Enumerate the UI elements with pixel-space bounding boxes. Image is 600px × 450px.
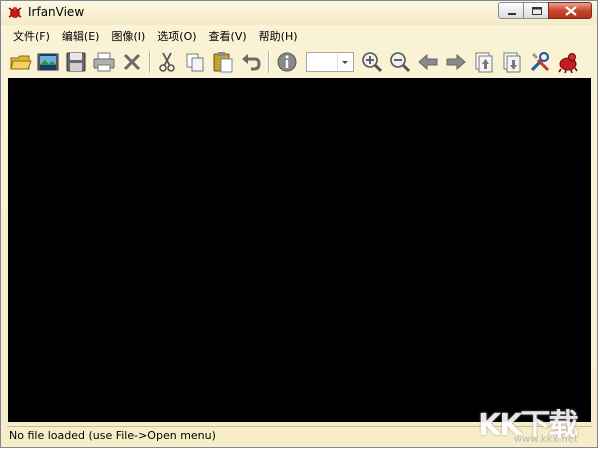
maximize-icon (532, 7, 542, 15)
print-icon (93, 52, 115, 72)
copy-icon (186, 53, 204, 72)
close-icon (565, 6, 577, 16)
undo-button[interactable] (239, 50, 263, 74)
last-page-icon (503, 52, 521, 73)
about-button[interactable] (556, 50, 580, 74)
first-page-button[interactable] (472, 50, 496, 74)
paste-button[interactable] (211, 50, 235, 74)
next-button[interactable] (444, 50, 468, 74)
delete-button[interactable] (120, 50, 144, 74)
watermark: KK下载 www.kkx.net (478, 400, 596, 448)
last-page-button[interactable] (500, 50, 524, 74)
irfanview-app-icon[interactable] (7, 4, 23, 20)
info-button[interactable] (275, 50, 299, 74)
settings-icon (530, 51, 550, 72)
minimize-button[interactable] (498, 2, 524, 19)
first-page-icon (475, 52, 493, 73)
chevron-down-icon (342, 61, 348, 64)
slideshow-button[interactable] (36, 50, 60, 74)
zoom-in-button[interactable] (360, 50, 384, 74)
undo-icon (242, 54, 261, 71)
maximize-button[interactable] (523, 2, 549, 19)
copy-button[interactable] (183, 50, 207, 74)
menu-options[interactable]: 选项(O) (151, 27, 202, 46)
print-button[interactable] (92, 50, 116, 74)
status-text: No file loaded (use File->Open menu) (9, 429, 216, 442)
close-button[interactable] (548, 2, 592, 19)
zoom-out-button[interactable] (388, 50, 412, 74)
zoom-out-icon (390, 52, 411, 73)
next-icon (446, 53, 466, 71)
settings-button[interactable] (528, 50, 552, 74)
previous-button[interactable] (416, 50, 440, 74)
irfanview-window: IrfanView 文件(F) 编辑(E) 图像(I) 选项(O) 查看(V) … (0, 0, 598, 448)
menu-bar: 文件(F) 编辑(E) 图像(I) 选项(O) 查看(V) 帮助(H) (7, 27, 304, 46)
irfanview-logo-icon (558, 53, 578, 74)
cut-button[interactable] (155, 50, 179, 74)
zoom-in-icon (362, 52, 383, 73)
title-bar[interactable]: IrfanView (1, 1, 597, 25)
toolbar-separator (268, 51, 270, 73)
delete-icon (123, 53, 141, 71)
window-title: IrfanView (28, 5, 85, 19)
previous-icon (418, 53, 438, 71)
menu-image[interactable]: 图像(I) (105, 27, 151, 46)
caption-buttons (498, 2, 592, 19)
image-canvas[interactable] (8, 78, 591, 422)
open-button[interactable] (9, 50, 33, 74)
minimize-icon (508, 13, 516, 15)
menu-help[interactable]: 帮助(H) (253, 27, 304, 46)
menu-edit[interactable]: 编辑(E) (56, 27, 106, 46)
toolbar-separator (149, 51, 151, 73)
open-folder-icon (10, 55, 32, 70)
paste-icon (213, 52, 233, 73)
slideshow-icon (37, 53, 59, 71)
zoom-select[interactable] (306, 52, 354, 72)
zoom-dropdown-arrow[interactable] (337, 54, 352, 70)
menu-view[interactable]: 查看(V) (203, 27, 253, 46)
save-button[interactable] (64, 50, 88, 74)
info-icon (277, 52, 297, 72)
toolbar (7, 48, 592, 76)
menu-file[interactable]: 文件(F) (7, 27, 56, 46)
save-icon (66, 52, 86, 72)
watermark-url: www.kkx.net (514, 434, 578, 445)
cut-icon (159, 52, 175, 72)
